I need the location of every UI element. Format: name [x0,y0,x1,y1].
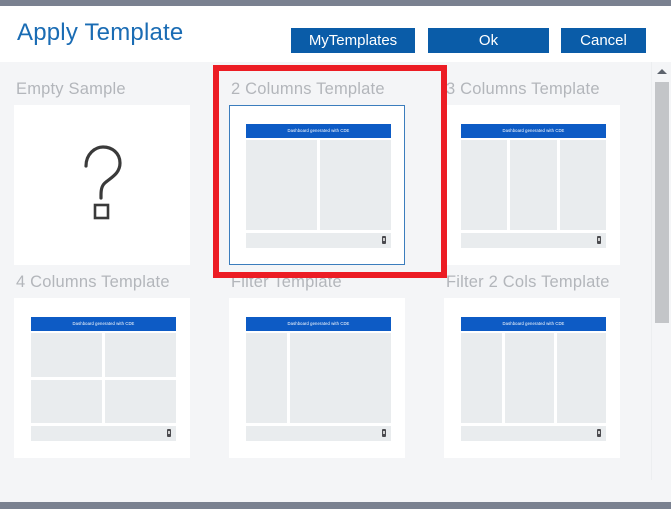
thumbnail-row [31,379,176,423]
page-title: Apply Template [17,19,184,46]
template-label: 4 Columns Template [16,273,170,291]
thumbnail-titlebar: Dashboard generated with CDE [246,124,391,138]
thumbnail-filter-panel [246,333,287,423]
template-label: Filter Template [231,273,342,291]
thumbnail-footer [461,426,606,441]
template-card[interactable] [14,105,190,265]
template-label: Filter 2 Cols Template [446,273,610,291]
thumbnail-filter-panel [461,333,502,423]
thumbnail-body [246,331,391,423]
template-label: 2 Columns Template [231,80,385,98]
thumbnail-panel [105,379,176,423]
thumbnail-footer [246,233,391,248]
vertical-scrollbar[interactable] [651,62,671,503]
thumbnail-panel [320,140,391,230]
thumbnail-panel [556,333,606,423]
template-card[interactable]: Dashboard generated with CDE [444,105,620,265]
thumbnail-panel [105,333,176,377]
my-templates-button[interactable]: MyTemplates [291,28,415,53]
template-thumbnail: Dashboard generated with CDE [461,124,606,248]
thumbnail-body [246,138,391,230]
dialog-bottom-strip [0,480,671,502]
thumbnail-panel [31,379,102,423]
template-cell-empty-sample[interactable]: Empty Sample [0,72,215,265]
template-cell-filter-2-cols[interactable]: Filter 2 Cols Template Dashboard generat… [430,265,645,458]
thumbnail-panel [510,140,557,230]
template-card[interactable]: Dashboard generated with CDE [229,105,405,265]
window-chrome-bottom [0,502,671,509]
thumbnail-footer [31,426,176,441]
thumbnail-titlebar: Dashboard generated with CDE [461,124,606,138]
thumbnail-titlebar: Dashboard generated with CDE [31,317,176,331]
template-card[interactable]: Dashboard generated with CDE [229,298,405,458]
template-label: 3 Columns Template [446,80,600,98]
plug-icon [167,429,171,437]
thumbnail-panel [31,333,102,377]
thumbnail-footer [246,426,391,441]
plug-icon [597,429,601,437]
thumbnail-body [461,331,606,423]
thumbnail-footer [461,233,606,248]
template-card[interactable]: Dashboard generated with CDE [14,298,190,458]
thumbnail-body [31,331,176,423]
thumbnail-panel [461,140,508,230]
thumbnail-panel [246,140,317,230]
apply-template-dialog: Apply Template MyTemplates Ok Cancel Emp… [0,0,671,509]
template-thumbnail: Dashboard generated with CDE [246,124,391,248]
thumbnail-panel [504,333,554,423]
template-label: Empty Sample [16,80,126,98]
template-cell-2-columns[interactable]: 2 Columns Template Dashboard generated w… [215,72,430,265]
plug-icon [382,429,386,437]
template-gallery-viewport[interactable]: Empty Sample 2 Columns Template Dashboar… [0,62,671,503]
plug-icon [597,236,601,244]
thumbnail-titlebar: Dashboard generated with CDE [461,317,606,331]
plug-icon [382,236,386,244]
thumbnail-body [461,138,606,230]
template-card[interactable]: Dashboard generated with CDE [444,298,620,458]
thumbnail-panel [289,333,391,423]
template-cell-4-columns[interactable]: 4 Columns Template Dashboard generated w… [0,265,215,458]
question-mark-icon [76,142,128,229]
thumbnail-panel [559,140,606,230]
scroll-up-arrow-icon[interactable] [652,62,671,80]
template-row: 4 Columns Template Dashboard generated w… [0,265,645,458]
template-thumbnail: Dashboard generated with CDE [246,317,391,441]
template-row: Empty Sample 2 Columns Template Dashboar… [0,72,645,265]
cancel-button[interactable]: Cancel [561,28,646,53]
thumbnail-row [31,333,176,377]
template-grid: Empty Sample 2 Columns Template Dashboar… [0,62,645,458]
template-thumbnail: Dashboard generated with CDE [31,317,176,441]
template-cell-3-columns[interactable]: 3 Columns Template Dashboard generated w… [430,72,645,265]
dialog-header: Apply Template MyTemplates Ok Cancel [0,6,671,62]
template-thumbnail: Dashboard generated with CDE [461,317,606,441]
thumbnail-titlebar: Dashboard generated with CDE [246,317,391,331]
template-cell-filter[interactable]: Filter Template Dashboard generated with… [215,265,430,458]
ok-button[interactable]: Ok [428,28,549,53]
scrollbar-thumb[interactable] [655,82,669,323]
